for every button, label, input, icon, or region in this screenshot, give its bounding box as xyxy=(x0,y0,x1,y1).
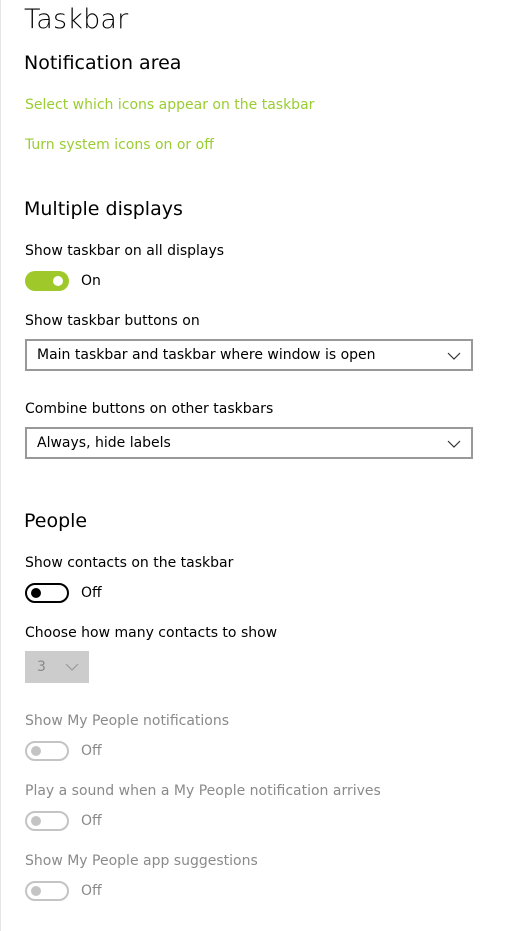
toggle-knob xyxy=(31,746,41,756)
contacts-count-dropdown: 3 xyxy=(25,651,89,683)
dropdown-selected-value: Main taskbar and taskbar where window is… xyxy=(37,347,376,363)
show-taskbar-all-displays-label: Show taskbar on all displays xyxy=(25,243,225,259)
toggle-state-label: Off xyxy=(81,813,102,829)
chevron-down-icon xyxy=(447,440,461,448)
section-heading-multiple-displays: Multiple displays xyxy=(24,198,183,220)
toggle-knob xyxy=(31,588,41,598)
left-divider xyxy=(0,0,1,931)
toggle-knob xyxy=(31,886,41,896)
select-icons-link[interactable]: Select which icons appear on the taskbar xyxy=(25,97,314,113)
dropdown-selected-value: Always, hide labels xyxy=(37,435,171,451)
toggle-knob xyxy=(31,816,41,826)
section-heading-notification-area: Notification area xyxy=(24,52,182,74)
toggle-state-label: On xyxy=(81,273,101,289)
people-notifications-toggle xyxy=(25,741,69,761)
chevron-down-icon xyxy=(65,663,79,671)
people-suggestions-row: Off xyxy=(25,881,102,901)
taskbar-buttons-on-dropdown[interactable]: Main taskbar and taskbar where window is… xyxy=(25,339,473,371)
toggle-state-label: Off xyxy=(81,743,102,759)
show-taskbar-all-displays-toggle[interactable] xyxy=(25,271,69,291)
toggle-state-label: Off xyxy=(81,585,102,601)
show-taskbar-all-displays-row: On xyxy=(25,271,101,291)
people-sound-toggle xyxy=(25,811,69,831)
people-notifications-row: Off xyxy=(25,741,102,761)
contacts-count-label: Choose how many contacts to show xyxy=(25,625,278,641)
system-icons-link[interactable]: Turn system icons on or off xyxy=(25,137,214,153)
people-sound-row: Off xyxy=(25,811,102,831)
section-heading-people: People xyxy=(24,510,88,532)
page-title: Taskbar xyxy=(24,4,129,35)
people-notifications-label: Show My People notifications xyxy=(25,713,230,729)
people-sound-label: Play a sound when a My People notificati… xyxy=(25,783,381,799)
show-contacts-toggle[interactable] xyxy=(25,583,69,603)
show-contacts-label: Show contacts on the taskbar xyxy=(25,555,234,571)
toggle-state-label: Off xyxy=(81,883,102,899)
show-contacts-row: Off xyxy=(25,583,102,603)
toggle-knob xyxy=(53,276,63,286)
combine-buttons-label: Combine buttons on other taskbars xyxy=(25,401,274,417)
dropdown-selected-value: 3 xyxy=(37,659,46,675)
taskbar-buttons-on-label: Show taskbar buttons on xyxy=(25,313,200,329)
people-suggestions-toggle xyxy=(25,881,69,901)
combine-buttons-dropdown[interactable]: Always, hide labels xyxy=(25,427,473,459)
people-suggestions-label: Show My People app suggestions xyxy=(25,853,258,869)
chevron-down-icon xyxy=(447,352,461,360)
